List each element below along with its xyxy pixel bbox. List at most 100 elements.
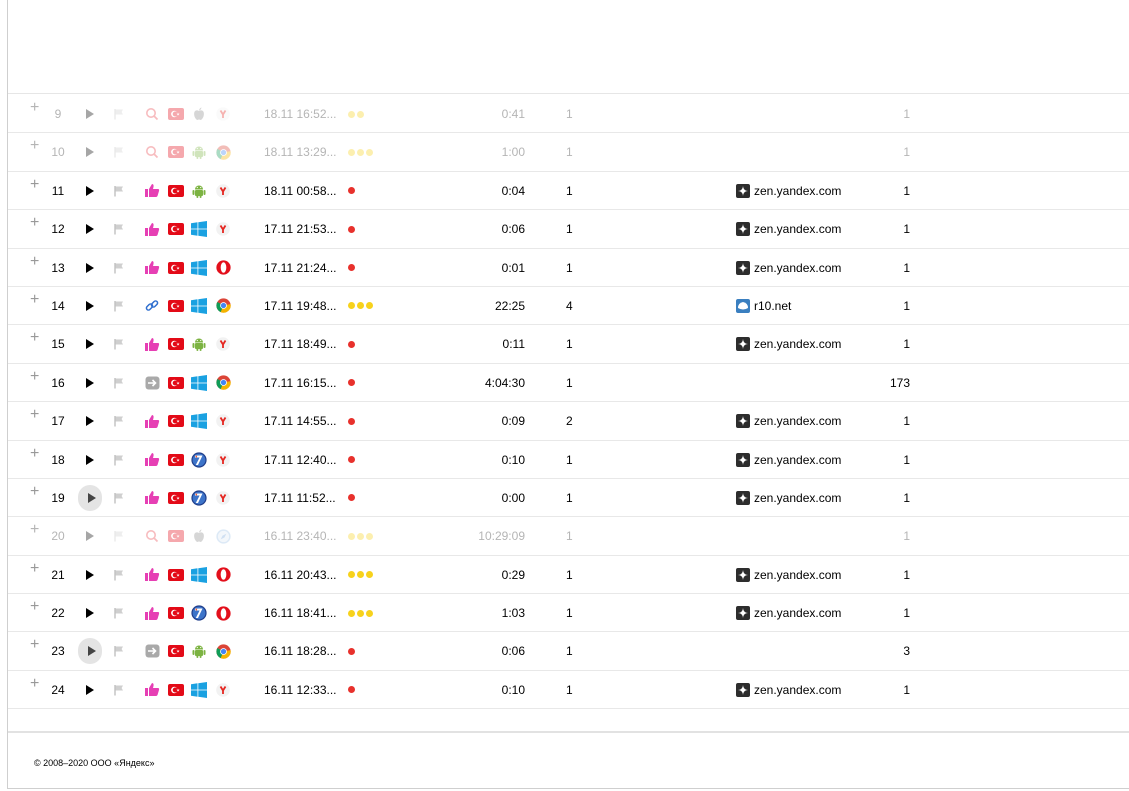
referrer[interactable]: zen.yandex.com [736, 210, 841, 248]
row-number: 10 [51, 145, 65, 160]
referrer[interactable]: zen.yandex.com [736, 441, 841, 479]
thumb-icon [144, 441, 160, 479]
expand-row-icon[interactable]: + [30, 204, 39, 242]
engagement-dot [348, 532, 355, 540]
expand-row-icon[interactable]: + [30, 588, 39, 626]
play-recording-button[interactable] [78, 287, 102, 325]
expand-row-icon[interactable]: + [30, 358, 39, 396]
play-recording-button[interactable] [78, 479, 102, 517]
expand-row-icon[interactable]: + [30, 281, 39, 319]
expand-row-icon[interactable]: + [30, 127, 39, 165]
visit-count: 1 [903, 490, 910, 505]
table-row[interactable]: +20 16.11 23:40... 10:29:09 1 1 [8, 517, 1129, 556]
turkey-flag-icon [168, 632, 184, 670]
flag-icon[interactable] [112, 594, 126, 632]
play-recording-button[interactable] [78, 95, 102, 133]
table-row[interactable]: +24 16.11 12:33... 0:10 1 zen.yandex.com 1 [8, 671, 1129, 710]
table-row[interactable]: +10 18.11 13:29... 1:00 1 1 [8, 133, 1129, 172]
visit-datetime: 17.11 21:53... [264, 222, 337, 237]
flag-icon[interactable] [112, 402, 126, 440]
windows-icon [191, 671, 207, 709]
play-recording-button[interactable] [78, 172, 102, 210]
flag-icon[interactable] [112, 364, 126, 402]
referrer[interactable]: zen.yandex.com [736, 594, 841, 632]
table-row[interactable]: +14 17.11 19:48... 22:25 4 r10.net 1 [8, 287, 1129, 326]
play-recording-button[interactable] [78, 517, 102, 555]
table-row[interactable]: +17 17.11 14:55... 0:09 2 zen.yandex.com 1 [8, 402, 1129, 441]
expand-row-icon[interactable]: + [30, 511, 39, 549]
expand-row-icon[interactable]: + [30, 319, 39, 357]
flag-icon[interactable] [112, 210, 126, 248]
turkey-flag-icon [168, 364, 184, 402]
table-row[interactable]: +18 17.11 12:40... 0:10 1 zen.yandex.com 1 [8, 441, 1129, 479]
table-row[interactable]: +13 17.11 21:24... 0:01 1 zen.yandex.com 1 [8, 249, 1129, 287]
flag-icon[interactable] [112, 556, 126, 594]
play-recording-button[interactable] [78, 632, 102, 670]
referrer[interactable]: zen.yandex.com [736, 172, 841, 210]
table-row[interactable]: +15 17.11 18:49... 0:11 1 zen.yandex.com 1 [8, 325, 1129, 364]
referrer[interactable]: zen.yandex.com [736, 402, 841, 440]
table-row[interactable]: +11 18.11 00:58... 0:04 1 zen.yandex.com 1 [8, 172, 1129, 211]
chrome-icon [215, 133, 231, 171]
referrer-domain: r10.net [754, 298, 792, 313]
expand-row-icon[interactable]: + [30, 626, 39, 664]
table-row[interactable]: +12 17.11 21:53... 0:06 1 zen.yandex.com 1 [8, 210, 1129, 249]
flag-icon[interactable] [112, 172, 126, 210]
play-recording-button[interactable] [78, 249, 102, 287]
visit-datetime: 16.11 18:41... [264, 606, 337, 621]
referrer[interactable]: r10.net [736, 287, 791, 325]
flag-icon[interactable] [112, 249, 126, 287]
flag-icon[interactable] [112, 325, 126, 363]
flag-icon[interactable] [112, 671, 126, 709]
engagement-dot [366, 609, 373, 617]
referrer[interactable]: zen.yandex.com [736, 325, 841, 363]
play-recording-button[interactable] [78, 556, 102, 594]
turkey-flag-icon [168, 95, 184, 133]
visit-duration: 0:06 [501, 644, 525, 659]
flag-icon[interactable] [112, 632, 126, 670]
flag-icon[interactable] [112, 479, 126, 517]
referrer-domain: zen.yandex.com [754, 183, 842, 198]
expand-row-icon[interactable]: + [30, 396, 39, 434]
play-recording-button[interactable] [78, 325, 102, 363]
play-recording-button[interactable] [78, 210, 102, 248]
referrer[interactable]: zen.yandex.com [736, 671, 841, 709]
zen-favicon-icon [736, 567, 750, 582]
flag-icon[interactable] [112, 287, 126, 325]
play-recording-button[interactable] [78, 364, 102, 402]
expand-row-icon[interactable]: + [30, 473, 39, 511]
table-row[interactable]: +19 17.11 11:52... 0:00 1 zen.yandex.com 1 [8, 479, 1129, 518]
play-recording-button[interactable] [78, 594, 102, 632]
flag-icon[interactable] [112, 517, 126, 555]
play-recording-button[interactable] [78, 402, 102, 440]
table-row[interactable]: +22 16.11 18:41... 1:03 1 zen.yandex.com 1 [8, 594, 1129, 633]
expand-row-icon[interactable]: + [30, 89, 39, 127]
visit-duration: 0:01 [501, 260, 525, 275]
play-recording-button[interactable] [78, 671, 102, 709]
flag-icon[interactable] [112, 441, 126, 479]
table-row[interactable]: +21 16.11 20:43... 0:29 1 zen.yandex.com 1 [8, 556, 1129, 595]
referrer[interactable]: zen.yandex.com [736, 479, 841, 517]
visit-datetime: 17.11 14:55... [264, 414, 337, 429]
table-row[interactable]: +16 17.11 16:15... 4:04:30 1 173 [8, 364, 1129, 403]
table-row[interactable]: +9 18.11 16:52... 0:41 1 1 [8, 95, 1129, 134]
play-recording-button[interactable] [78, 133, 102, 171]
referrer-domain: zen.yandex.com [754, 222, 842, 237]
referrer[interactable]: zen.yandex.com [736, 249, 841, 287]
expand-row-icon[interactable]: + [30, 243, 39, 281]
play-recording-button[interactable] [78, 441, 102, 479]
expand-row-icon[interactable]: + [30, 435, 39, 473]
flag-icon[interactable] [112, 95, 126, 133]
flag-icon[interactable] [112, 133, 126, 171]
visit-duration: 0:29 [501, 567, 525, 582]
expand-row-icon[interactable]: + [30, 665, 39, 703]
visit-datetime: 17.11 21:24... [264, 260, 337, 275]
expand-row-icon[interactable]: + [30, 166, 39, 204]
referrer[interactable]: zen.yandex.com [736, 556, 841, 594]
engagement-dot [366, 571, 373, 579]
thumb-icon [144, 210, 160, 248]
expand-row-icon[interactable]: + [30, 550, 39, 588]
engagement-indicator [348, 325, 357, 363]
engagement-indicator [348, 287, 375, 325]
table-row[interactable]: +23 16.11 18:28... 0:06 1 3 [8, 632, 1129, 671]
